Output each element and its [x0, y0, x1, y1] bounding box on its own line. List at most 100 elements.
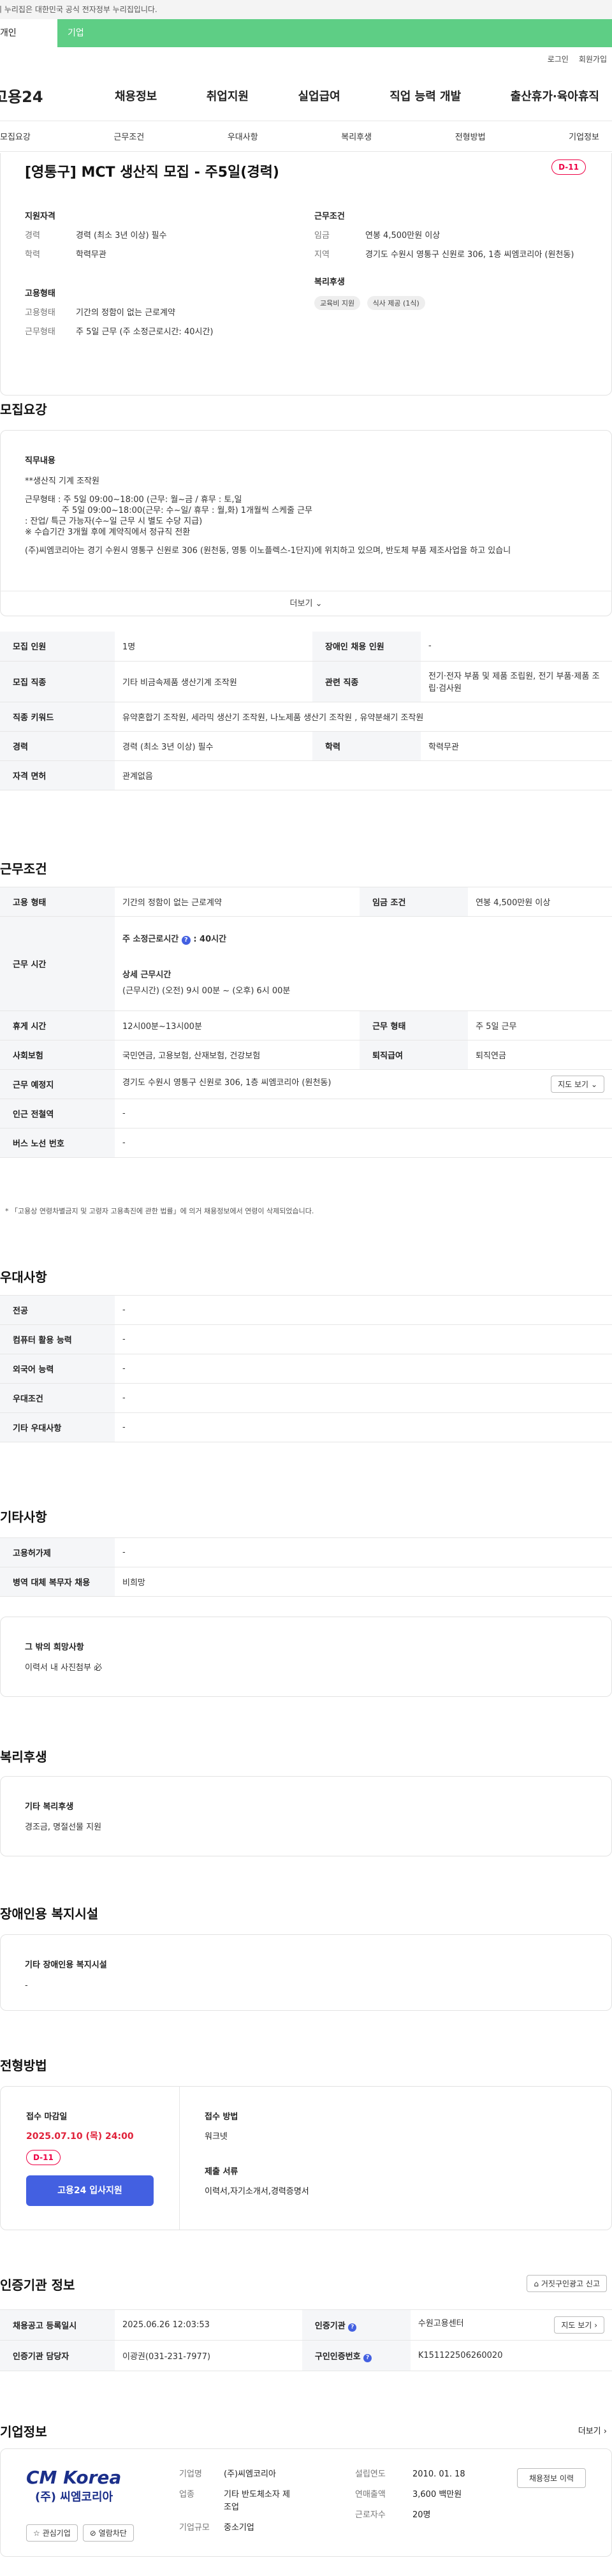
gnb-item-unemployment[interactable]: 실업급여: [298, 87, 340, 104]
company-more-link[interactable]: 더보기 ›: [578, 2424, 607, 2436]
location-value: 경기도 수원시 영통구 신원로 306, 1층 씨엠코리아 (원천동): [122, 1078, 332, 1088]
utility-bar: 로그인 회원가입: [0, 47, 612, 70]
report-button[interactable]: ⌂ 거짓구인광고 신고: [527, 2275, 607, 2292]
apply-button[interactable]: 고용24 입사지원: [26, 2175, 154, 2206]
cell-key: 경력: [0, 731, 115, 761]
table-row: 인근 전철역 -: [0, 1099, 612, 1129]
preference-table: 전공 - 컴퓨터 활용 능력 - 외국어 능력 - 우대조건 - 기타 우대사항 -: [0, 1295, 612, 1442]
site-logo[interactable]: 고용24: [0, 84, 115, 107]
cell-value: 주 5일 근무: [468, 1010, 612, 1040]
job-description-card: 직무내용 **생산직 기계 조작원 근무형태 : 주 5일 09:00~18:0…: [0, 430, 612, 616]
cell-value: -: [115, 1412, 612, 1442]
table-row: 직종 키워드 유약혼합기 조작원, 세라믹 생산기 조작원, 나노제품 생산기 조…: [0, 702, 612, 732]
cell-value: -: [421, 632, 612, 662]
cell-value: 연봉 4,500만원 이상: [468, 887, 612, 917]
wage-label: 임금: [314, 231, 330, 241]
table-row: 컴퓨터 활용 능력 -: [0, 1324, 612, 1354]
employment-heading: 고용형태: [25, 289, 55, 299]
hours-week-value: : 40시간: [193, 934, 227, 944]
cell-value: -: [115, 1128, 612, 1158]
table-row: 인증기관 담당자 이광권(031-231-7977) 구인인증번호 ? K151122…: [0, 2340, 612, 2371]
table-row: 고용 형태 기간의 정함이 없는 근로계약 임금 조건 연봉 4,500만원 이상: [0, 887, 612, 917]
desc-line: 근무형태 : 주 5일 09:00~18:00 (근무: 월~금 / 휴무 : …: [25, 495, 242, 505]
cell-value: 학력무관: [421, 731, 612, 761]
divider: [179, 2087, 180, 2230]
anchor-recruit[interactable]: 모집요강: [0, 130, 31, 142]
founded-value: 2010. 01. 18: [412, 2469, 465, 2479]
region-label: 지역: [314, 250, 330, 260]
cell-key: 버스 노선 번호: [0, 1128, 115, 1158]
cell-value: K151122506260020: [410, 2340, 612, 2371]
table-row: 휴게 시간 12시00분~13시00분 근무 형태 주 5일 근무: [0, 1010, 612, 1040]
deadline-label: 접수 마감일: [26, 2112, 68, 2122]
welfare-section-title: 복리후생: [0, 1749, 47, 1765]
megaphone-icon: ⌂: [534, 2279, 539, 2288]
info-icon[interactable]: ?: [363, 2353, 372, 2362]
cell-key: 컴퓨터 활용 능력: [0, 1324, 115, 1354]
join-link[interactable]: 회원가입: [579, 54, 607, 64]
gnb-item-training[interactable]: 직업 능력 개발: [390, 87, 461, 104]
disabled-card: 기타 장애인용 복지시설 -: [0, 1934, 612, 2011]
chevron-right-icon: ›: [594, 2321, 597, 2330]
tab-company[interactable]: 기업: [57, 19, 612, 47]
cell-key: 구인인증번호 ?: [302, 2340, 411, 2371]
cell-key: 모집 인원: [0, 632, 115, 662]
hours-week-label: 주 소정근로시간: [122, 934, 179, 944]
cell-value: 국민연금, 고용보험, 산재보험, 건강보험: [115, 1040, 360, 1070]
company-info-col1: 기업명 (주)씨엠코리아 업종 기타 반도체소자 제조업 기업규모 중소기업: [179, 2468, 294, 2535]
company-name-value: (주)씨엠코리아: [224, 2469, 276, 2479]
sales-label: 연매출액: [355, 2490, 386, 2499]
apply-method-block: 접수 방법 워크넷 제출 서류 이력서,자기소개서,경력증명서: [205, 2110, 309, 2196]
desc-spacer: [25, 538, 587, 545]
emp-type-value: 기간의 정함이 없는 근로계약: [76, 308, 175, 318]
cell-value: -: [115, 1324, 612, 1354]
map-button[interactable]: 지도 보기 ⌄: [551, 1076, 604, 1093]
table-row: 채용공고 등록일시 2025.06.26 12:03:53 인증기관 ? 수원고용센터…: [0, 2309, 612, 2341]
work-section-title: 근무조건: [0, 861, 47, 877]
cell-value: -: [115, 1099, 612, 1129]
cell-value: 전기·전자 부품 및 제품 조립원, 전기 부품·제품 조립·검사원: [421, 661, 612, 702]
welfare-card: 기타 복리후생 경조금, 명절선물 지원: [0, 1776, 612, 1856]
block-button[interactable]: ⊘ 열람차단: [82, 2524, 134, 2542]
welfare-chip: 식사 제공 (1식): [367, 296, 425, 310]
cell-key: 채용공고 등록일시: [0, 2309, 115, 2341]
cell-value: -: [115, 1354, 612, 1384]
job-history-button[interactable]: 채용정보 이력: [516, 2468, 586, 2488]
anchor-welfare[interactable]: 복리후생: [341, 130, 372, 142]
anchor-preference[interactable]: 우대사항: [228, 130, 258, 142]
gnb-item-employment-support[interactable]: 취업지원: [207, 87, 249, 104]
table-row: 병역 대체 복무자 채용 비희망: [0, 1567, 612, 1597]
gnb-item-leave[interactable]: 출산휴가·육아휴직: [511, 87, 599, 104]
gnb-menu: 채용정보 취업지원 실업급여 직업 능력 개발 출산휴가·육아휴직: [115, 87, 612, 104]
company-logo: CM Korea (주) 씨엠코리아: [26, 2467, 121, 2505]
chevron-down-icon: ⌄: [315, 599, 323, 609]
etc-section-title: 기타사항: [0, 1509, 47, 1525]
cell-key: 기타 우대사항: [0, 1412, 115, 1442]
login-link[interactable]: 로그인: [548, 54, 569, 64]
gnb-item-jobs[interactable]: 채용정보: [115, 87, 157, 104]
info-icon[interactable]: ?: [181, 935, 191, 945]
table-row: 경력 경력 (최소 3년 이상) 필수 학력 학력무관: [0, 731, 612, 761]
agency-map-button[interactable]: 지도 보기 ›: [554, 2316, 604, 2334]
agency-org-value: 수원고용센터: [418, 2319, 464, 2328]
anchor-work[interactable]: 근무조건: [113, 130, 144, 142]
cell-key: 장애인 채용 인원: [312, 632, 421, 662]
anchor-apply[interactable]: 전형방법: [455, 130, 486, 142]
sales-value: 3,600 백만원: [412, 2490, 462, 2499]
cell-key: 인근 전철역: [0, 1099, 115, 1129]
info-icon[interactable]: ?: [348, 2323, 357, 2332]
company-card: CM Korea (주) 씨엠코리아 ☆ 관심기업 ⊘ 열람차단 기업명 (주)씨…: [0, 2448, 612, 2557]
cell-value: 경력 (최소 3년 이상) 필수: [115, 731, 312, 761]
company-logo-sub: (주) 씨엠코리아: [35, 2491, 113, 2504]
region-value: 경기도 수원시 영통구 신원로 306, 1층 씨엠코리아 (원천동): [365, 250, 574, 260]
cell-key: 직종 키워드: [0, 702, 115, 732]
favorite-button[interactable]: ☆ 관심기업: [26, 2524, 78, 2542]
employees-value: 20명: [412, 2510, 431, 2520]
anchor-company[interactable]: 기업정보: [569, 130, 599, 142]
cell-value: 2025.06.26 12:03:53: [115, 2309, 302, 2341]
conditions-heading: 근무조건: [314, 212, 345, 221]
deadline-value: 2025.07.10 (목) 24:00: [26, 2131, 134, 2142]
table-row: 근무 시간 주 소정근로시간 ? : 40시간 상세 근무시간 (근무시간) (…: [0, 916, 612, 1011]
location-cell: 경기도 수원시 영통구 신원로 306, 1층 씨엠코리아 (원천동) 지도 보기…: [115, 1069, 612, 1099]
desc-more-button[interactable]: 더보기 ⌄: [0, 591, 612, 616]
